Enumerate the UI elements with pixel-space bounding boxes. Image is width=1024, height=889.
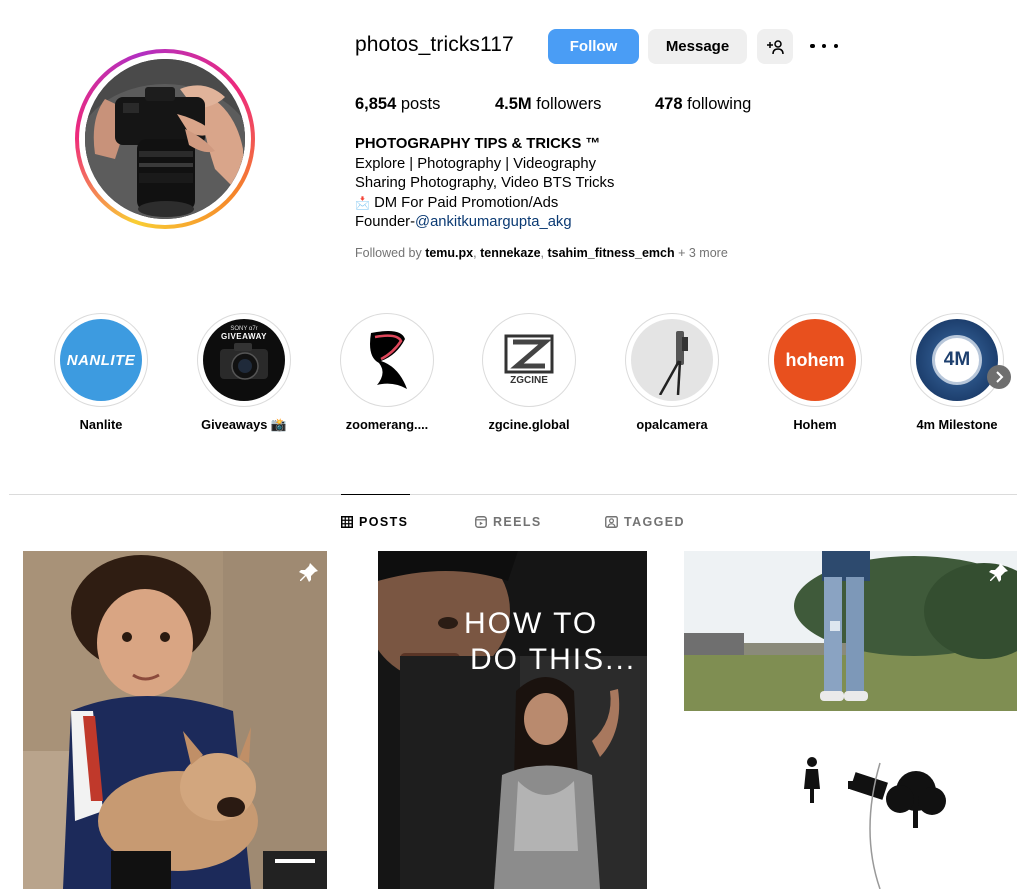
dot [821,43,827,49]
highlight-zoomerang[interactable]: zoomerang.... [340,313,434,432]
follow-button[interactable]: Follow [548,29,639,64]
highlight-ring: hohem [768,313,862,407]
following-count-value: 478 [655,95,683,113]
highlight-label: opalcamera [636,417,708,432]
hohem-logo-text: hohem [785,349,845,370]
highlight-nanlite[interactable]: NANLITE Nanlite [54,313,148,432]
followed-by-user: tsahim_fitness_emch [547,246,675,260]
bio-line: Sharing Photography, Video BTS Tricks [355,175,615,192]
highlight-label: 4m Milestone [916,417,998,432]
highlights-next-button[interactable] [987,365,1011,389]
zgcine-logo: ZGCINE [488,319,570,401]
profile-avatar[interactable] [75,49,255,229]
followers-count-value: 4.5M [495,95,532,113]
post-thumbnail[interactable] [684,551,1017,889]
following-label: following [682,95,752,113]
reel-overlay-text: HOW TO [464,607,598,640]
dot [810,43,815,49]
post-thumbnail[interactable]: HOW TO DO THIS... [378,551,647,889]
founder-mention-link[interactable]: @ankitkumargupta_akg [415,214,572,230]
active-tab-indicator [341,494,410,495]
giveaway-text: GIVEAWAY [221,332,267,341]
highlight-opalcamera[interactable]: opalcamera [625,313,719,432]
following-link[interactable]: 478 following [655,95,751,114]
highlight-ring: 4M [910,313,1004,407]
milestone-circle: 4M [932,335,982,385]
highlight-label: Hohem [793,417,837,432]
highlight-ring: NANLITE [54,313,148,407]
add-person-icon [767,39,784,54]
bio-line: 📩 DM For Paid Promotion/Ads [355,194,614,214]
giveaway-camera-image: SONY α7r GIVEAWAY [203,319,285,401]
message-button[interactable]: Message [648,29,747,64]
profile-username: photos_tricks117 [355,33,514,56]
zoomerang-logo [346,319,428,401]
bio-line-text: DM For Paid Promotion/Ads [369,194,559,211]
tab-posts[interactable]: POSTS [341,515,408,529]
followers-label: followers [531,95,602,113]
chevron-right-icon [996,371,1004,383]
tab-label: POSTS [359,515,409,529]
hohem-logo: hohem [774,319,856,401]
camera-photo-illustration [85,59,245,219]
followers-link[interactable]: 4.5M followers [495,95,601,114]
dot [833,43,838,49]
highlight-ring [340,313,434,407]
pinned-post-icon [299,563,318,582]
nanlite-logo: NANLITE [60,319,142,401]
posts-count-label: posts [396,95,441,113]
posts-count: 6,854 posts [355,95,440,114]
reels-icon [475,516,487,528]
highlight-label: Giveaways 📸 [201,417,287,432]
tab-tagged[interactable]: TAGGED [605,515,685,529]
envelope-icon: 📩 [355,195,370,210]
highlight-ring [625,313,719,407]
highlight-label: zoomerang.... [345,417,429,432]
bio-line: Founder-@ankitkumargupta_akg [355,213,614,233]
pinned-post-icon [989,563,1008,582]
reel-overlay-text: DO THIS... [470,643,636,676]
tagged-icon [605,516,618,528]
followed-by-line[interactable]: Followed by temu.px, tennekaze, tsahim_f… [355,246,728,260]
child-with-puppy-photo [23,551,327,889]
opalcamera-image [631,319,713,401]
reel-cover-photo: HOW TO DO THIS... [378,551,647,889]
highlight-hohem[interactable]: hohem Hohem [768,313,862,432]
nanlite-logo-text: NANLITE [66,351,136,369]
milestone-text: 4M [943,349,971,370]
suggested-users-button[interactable] [757,29,793,64]
grid-icon [341,516,353,528]
bio-display-name: PHOTOGRAPHY TIPS & TRICKS ™ [355,136,601,152]
zgcine-logo-text: ZGCINE [510,375,548,386]
followed-by-prefix: Followed by [355,246,426,260]
zgcine-icon [504,334,554,374]
highlight-ring: ZGCINE [482,313,576,407]
zoomerang-icon [370,331,407,389]
followed-by-user: tennekaze [480,246,541,260]
camera-icon [220,343,268,380]
posts-count-value: 6,854 [355,95,397,113]
highlight-giveaways[interactable]: SONY α7r GIVEAWAY Giveaways 📸 [197,313,291,433]
followed-by-more: + 3 more [674,246,728,260]
section-divider [9,494,1017,495]
webcam-stand-icon [658,331,688,395]
more-options-icon[interactable] [810,36,838,56]
tab-reels[interactable]: REELS [475,515,542,529]
tab-label: TAGGED [624,515,685,529]
highlight-zgcine[interactable]: ZGCINE zgcine.global [482,313,576,432]
highlight-ring: SONY α7r GIVEAWAY [197,313,291,407]
highlight-label: Nanlite [79,417,123,432]
tab-label: REELS [493,515,542,529]
post-thumbnail[interactable] [23,551,327,889]
bio-founder-prefix: Founder- [355,214,416,231]
highlight-label: zgcine.global [488,417,570,432]
camera-tricks-photo [684,551,1017,889]
followed-by-user: temu.px [425,246,474,260]
avatar-photo [85,59,245,219]
milestone-badge: 4M [916,319,998,401]
profile-bio: PHOTOGRAPHY TIPS & TRICKS ™ Explore | Ph… [355,135,614,233]
bio-line: Explore | Photography | Videography [355,155,597,172]
